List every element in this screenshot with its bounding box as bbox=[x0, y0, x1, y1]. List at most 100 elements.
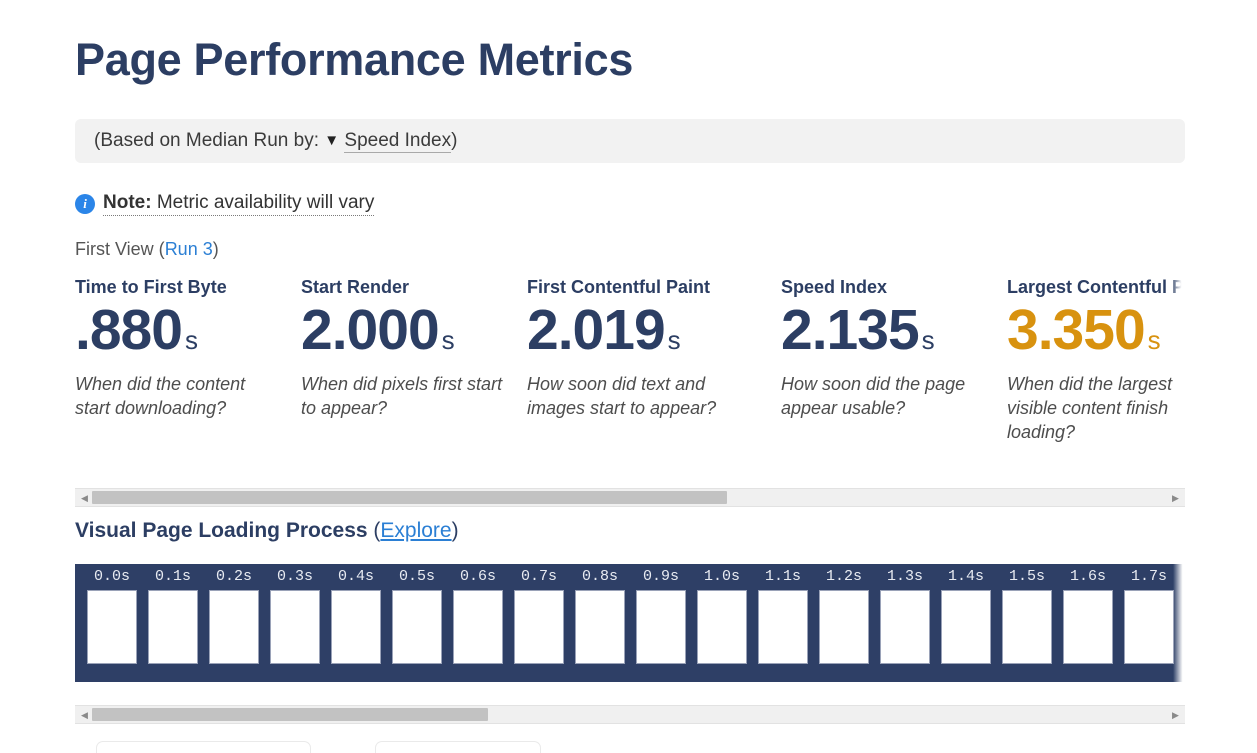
filmstrip-frame[interactable]: 0.8s bbox=[575, 564, 625, 664]
filmstrip-frame[interactable]: 1.7s bbox=[1124, 564, 1174, 664]
filmstrip-frame[interactable]: 1.6s bbox=[1063, 564, 1113, 664]
frame-thumbnail[interactable] bbox=[1002, 590, 1052, 664]
frame-timestamp: 0.5s bbox=[398, 568, 435, 585]
filmstrip-frame[interactable]: 0.5s bbox=[392, 564, 442, 664]
frame-timestamp: 0.7s bbox=[520, 568, 557, 585]
filmstrip-frame[interactable]: 1.2s bbox=[819, 564, 869, 664]
metric-largest-contentful-paint: Largest Contentful Paint 3.350s When did… bbox=[1007, 278, 1185, 445]
metric-unit: s bbox=[921, 324, 935, 355]
frame-timestamp: 0.1s bbox=[154, 568, 191, 585]
frame-thumbnail[interactable] bbox=[758, 590, 808, 664]
caret-down-icon[interactable]: ▼ bbox=[324, 132, 339, 149]
filmstrip-frame[interactable]: 0.0s bbox=[87, 564, 137, 664]
frame-thumbnail[interactable] bbox=[453, 590, 503, 664]
metric-description: When did pixels first start to appear? bbox=[301, 373, 503, 418]
frame-thumbnail[interactable] bbox=[392, 590, 442, 664]
frame-timestamp: 0.3s bbox=[276, 568, 313, 585]
metric-unit: s bbox=[184, 324, 198, 355]
filmstrip-frame[interactable]: 1.0s bbox=[697, 564, 747, 664]
frame-thumbnail[interactable] bbox=[941, 590, 991, 664]
frame-timestamp: 0.6s bbox=[459, 568, 496, 585]
page-root: Page Performance Metrics (Based on Media… bbox=[0, 0, 1257, 753]
filmstrip-frame[interactable]: 1.5s bbox=[1002, 564, 1052, 664]
metric-description: When did the largest visible content fin… bbox=[1007, 373, 1173, 442]
frame-timestamp: 1.5s bbox=[1008, 568, 1045, 585]
frame-thumbnail[interactable] bbox=[1063, 590, 1113, 664]
filmstrip-scrollbar-thumb[interactable] bbox=[92, 708, 488, 721]
filmstrip-frame[interactable]: 1.1s bbox=[758, 564, 808, 664]
frame-timestamp: 0.4s bbox=[337, 568, 374, 585]
median-run-metric-link[interactable]: Speed Index bbox=[344, 130, 452, 153]
metric-start-render: Start Render 2.000 s When did pixels firs… bbox=[301, 278, 527, 445]
filmstrip-frame[interactable]: 0.2s bbox=[209, 564, 259, 664]
page-title: Page Performance Metrics bbox=[75, 34, 634, 85]
frame-timestamp: 0.9s bbox=[642, 568, 679, 585]
metric-description: When did the content start downloading? bbox=[75, 373, 246, 418]
triangle-left-icon[interactable]: ◀ bbox=[80, 493, 89, 503]
frame-thumbnail[interactable] bbox=[1124, 590, 1174, 664]
frame-timestamp: 1.2s bbox=[825, 568, 862, 585]
frame-thumbnail[interactable] bbox=[880, 590, 930, 664]
frame-thumbnail[interactable] bbox=[697, 590, 747, 664]
filmstrip-scroll-container[interactable]: 0.0s 0.1s 0.2s 0.3s 0.4s 0.5s 0.6s 0.7s … bbox=[75, 564, 1185, 682]
metric-number: 3.350 bbox=[1007, 297, 1146, 362]
median-run-text: (Based on Median Run by: ▼ Speed Index) bbox=[94, 130, 457, 153]
median-run-bar: (Based on Median Run by: ▼ Speed Index) bbox=[75, 119, 1185, 163]
bottom-card-right[interactable] bbox=[375, 741, 541, 753]
metric-label: First Contentful Paint bbox=[527, 278, 710, 297]
metric-number: 2.000 bbox=[301, 297, 440, 362]
metric-description: How soon did text and images start to ap… bbox=[527, 373, 717, 418]
filmstrip-frame[interactable]: 1.4s bbox=[941, 564, 991, 664]
metric-time-to-first-byte: Time to First Byte .880 s When did the co… bbox=[75, 278, 301, 445]
metric-label: Speed Index bbox=[781, 278, 888, 297]
metric-first-contentful-paint: First Contentful Paint 2.019 s How soon d… bbox=[527, 278, 781, 445]
frame-thumbnail[interactable] bbox=[819, 590, 869, 664]
metric-value: 2.000 s bbox=[301, 301, 503, 359]
metric-number: .880 bbox=[75, 297, 183, 362]
triangle-right-icon[interactable]: ▶ bbox=[1171, 493, 1180, 503]
filmstrip-frame[interactable]: 0.7s bbox=[514, 564, 564, 664]
bottom-card-left[interactable] bbox=[96, 741, 311, 753]
metrics-row: Time to First Byte .880 s When did the co… bbox=[75, 278, 1185, 445]
metric-unit: s bbox=[1147, 324, 1161, 355]
metrics-horizontal-scrollbar[interactable]: ◀ ▶ bbox=[75, 488, 1185, 507]
note-row: i Note: Metric availability will vary bbox=[75, 191, 375, 217]
frame-thumbnail[interactable] bbox=[575, 590, 625, 664]
metrics-scrollbar-thumb[interactable] bbox=[92, 491, 727, 504]
frame-thumbnail[interactable] bbox=[270, 590, 320, 664]
frame-thumbnail[interactable] bbox=[636, 590, 686, 664]
run-link[interactable]: Run 3 bbox=[165, 239, 213, 259]
filmstrip-frame[interactable]: 0.3s bbox=[270, 564, 320, 664]
note-text[interactable]: Note: Metric availability will vary bbox=[103, 192, 375, 216]
triangle-right-icon[interactable]: ▶ bbox=[1171, 710, 1180, 720]
frame-timestamp: 1.6s bbox=[1069, 568, 1106, 585]
frame-timestamp: 0.2s bbox=[215, 568, 252, 585]
frame-thumbnail[interactable] bbox=[209, 590, 259, 664]
metric-speed-index: Speed Index 2.135 s How soon did the page… bbox=[781, 278, 1007, 445]
metrics-scroll-container[interactable]: Time to First Byte .880 s When did the co… bbox=[75, 278, 1185, 480]
metric-value: 3.350 s bbox=[1007, 301, 1185, 359]
filmstrip-frame[interactable]: 0.9s bbox=[636, 564, 686, 664]
frame-timestamp: 1.3s bbox=[886, 568, 923, 585]
note-message: Metric availability will vary bbox=[156, 192, 375, 213]
frame-timestamp: 1.7s bbox=[1130, 568, 1167, 585]
frame-timestamp: 1.4s bbox=[947, 568, 984, 585]
filmstrip-horizontal-scrollbar[interactable]: ◀ ▶ bbox=[75, 705, 1185, 724]
filmstrip-frame[interactable]: 0.6s bbox=[453, 564, 503, 664]
frame-thumbnail[interactable] bbox=[148, 590, 198, 664]
triangle-left-icon[interactable]: ◀ bbox=[80, 710, 89, 720]
frame-timestamp: 1.0s bbox=[703, 568, 740, 585]
note-label: Note: bbox=[103, 192, 152, 213]
view-run-line: First View (Run 3) bbox=[75, 239, 219, 260]
frame-timestamp: 0.0s bbox=[93, 568, 130, 585]
filmstrip-frame[interactable]: 0.4s bbox=[331, 564, 381, 664]
metric-value: 2.019 s bbox=[527, 301, 757, 359]
filmstrip-frame[interactable]: 0.1s bbox=[148, 564, 198, 664]
filmstrip-frame[interactable]: 1.3s bbox=[880, 564, 930, 664]
metric-description: How soon did the page appear usable? bbox=[781, 373, 966, 418]
frame-thumbnail[interactable] bbox=[331, 590, 381, 664]
explore-link[interactable]: Explore bbox=[380, 519, 451, 542]
visual-loading-heading: Visual Page Loading Process (Explore) bbox=[75, 519, 459, 543]
frame-thumbnail[interactable] bbox=[514, 590, 564, 664]
frame-thumbnail[interactable] bbox=[87, 590, 137, 664]
